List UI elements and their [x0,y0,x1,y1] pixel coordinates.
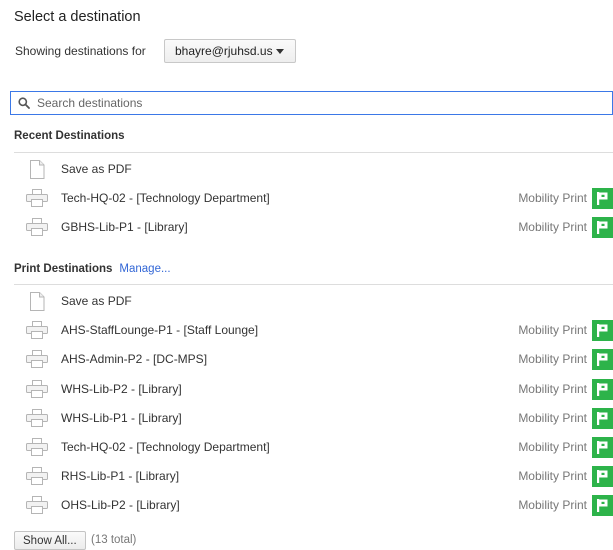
destination-row[interactable]: AHS-Admin-P2 - [DC-MPS] Mobility Print [14,345,613,373]
destination-row[interactable]: Save as PDF [14,287,613,315]
print-destinations-header: Print Destinations Manage... [14,263,171,275]
printer-icon [26,375,48,403]
destination-name: Tech-HQ-02 - [Technology Department] [61,440,270,454]
destination-provider: Mobility Print [518,410,587,425]
destination-dialog: Select a destination Showing destination… [0,0,613,550]
mobility-print-icon [592,320,613,342]
mobility-print-icon [592,437,613,458]
show-all-button[interactable]: Show All... [14,531,86,550]
printer-icon [26,433,48,461]
destination-row[interactable]: RHS-Lib-P1 - [Library] Mobility Print [14,462,613,490]
dialog-title: Select a destination [14,9,141,25]
mobility-print-icon [592,217,613,239]
printer-icon [26,345,48,373]
printer-icon [26,213,48,241]
mobility-print-icon [592,495,613,517]
recent-destinations-header: Recent Destinations [14,130,125,142]
mobility-print-icon [592,349,613,371]
search-input[interactable] [37,96,577,110]
printer-icon [26,184,48,212]
search-icon [18,97,30,109]
pdf-document-icon [26,287,48,315]
mobility-print-icon [592,378,613,400]
search-box[interactable] [10,91,613,115]
destination-name: Save as PDF [61,162,132,176]
destination-name: RHS-Lib-P1 - [Library] [61,469,180,484]
destination-row[interactable]: Tech-HQ-02 - [Technology Department] Mobi… [14,433,613,461]
destination-name: WHS-Lib-P2 - [Library] [61,381,182,396]
destination-provider: Mobility Print [518,440,587,454]
destination-row[interactable]: OHS-Lib-P2 - [Library] Mobility Print [14,491,613,519]
printer-icon [26,462,48,490]
recent-divider [14,152,613,153]
destination-row[interactable]: GBHS-Lib-P1 - [Library] Mobility Print [14,213,613,241]
destination-row[interactable]: Tech-HQ-02 - [Technology Department] Mobi… [14,184,613,212]
destination-provider: Mobility Print [518,469,587,484]
print-divider [14,284,613,285]
chevron-down-icon [276,49,284,54]
printer-icon [26,491,48,519]
total-count: (13 total) [91,534,137,546]
account-label: Showing destinations for [15,44,146,58]
destination-provider: Mobility Print [518,352,587,367]
destination-provider: Mobility Print [518,323,587,338]
destination-row[interactable]: WHS-Lib-P1 - [Library] Mobility Print [14,404,613,432]
destination-provider: Mobility Print [518,498,587,513]
account-dropdown[interactable]: bhayre@rjuhsd.us [164,39,296,63]
mobility-print-icon [592,188,613,210]
account-selected-value: bhayre@rjuhsd.us [175,44,273,58]
destination-name: GBHS-Lib-P1 - [Library] [61,220,188,235]
manage-link[interactable]: Manage... [119,263,170,275]
destination-row[interactable]: Save as PDF [14,155,613,183]
printer-icon [26,404,48,432]
destination-name: WHS-Lib-P1 - [Library] [61,410,182,425]
destination-name: Tech-HQ-02 - [Technology Department] [61,191,270,206]
destination-provider: Mobility Print [518,191,587,206]
destination-name: AHS-StaffLounge-P1 - [Staff Lounge] [61,323,259,338]
printer-icon [26,316,48,344]
destination-row[interactable]: AHS-StaffLounge-P1 - [Staff Lounge] Mobil… [14,316,613,344]
mobility-print-icon [592,466,613,488]
destination-provider: Mobility Print [518,381,587,396]
destination-row[interactable]: WHS-Lib-P2 - [Library] Mobility Print [14,375,613,403]
destination-name: OHS-Lib-P2 - [Library] [61,498,180,513]
pdf-document-icon [26,155,48,183]
destination-name: AHS-Admin-P2 - [DC-MPS] [61,352,208,367]
destination-name: Save as PDF [61,294,132,308]
destination-provider: Mobility Print [518,220,587,235]
mobility-print-icon [592,407,613,429]
